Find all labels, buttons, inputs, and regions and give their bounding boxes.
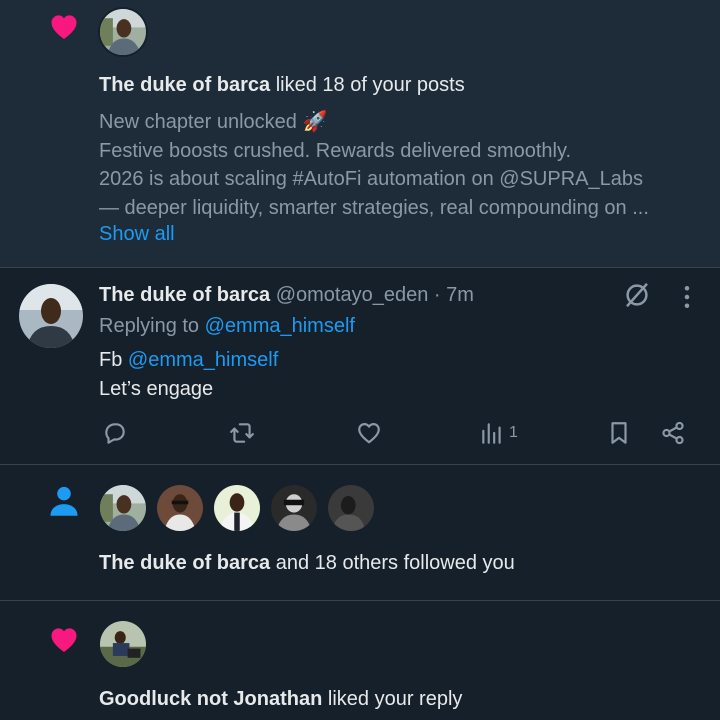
- snippet-line: — deeper liquidity, smarter strategies, …: [99, 196, 649, 219]
- like-icon: [358, 423, 380, 444]
- tweet-body: Fb @emma_himself Let’s engage: [99, 346, 278, 404]
- avatar[interactable]: [269, 483, 319, 533]
- avatar[interactable]: [98, 619, 148, 669]
- notification-like-posts[interactable]: The duke of barca liked 18 of your posts…: [0, 0, 720, 268]
- notification-text: The duke of barca liked 18 of your posts: [99, 74, 465, 96]
- snippet-line: Festive boosts crushed. Rewards delivere…: [99, 139, 572, 162]
- tweet-header: The duke of barca @omotayo_eden · 7m: [99, 284, 474, 307]
- notification-follow[interactable]: The duke of barca and 18 others followed…: [0, 465, 720, 601]
- snippet-line: New chapter unlocked 🚀: [99, 111, 328, 133]
- notification-text: Goodluck not Jonathan liked your reply: [99, 688, 463, 710]
- notification-like-reply[interactable]: Goodluck not Jonathan liked your reply: [0, 601, 720, 720]
- avatar[interactable]: [212, 483, 262, 533]
- person-icon: [50, 486, 78, 516]
- author-handle-time: @omotayo_eden · 7m: [270, 284, 474, 306]
- heart-icon: [51, 628, 77, 652]
- share-button[interactable]: [660, 418, 686, 448]
- actor-name[interactable]: Goodluck not Jonathan: [99, 688, 322, 710]
- views-button[interactable]: 1: [479, 418, 518, 448]
- reply-button[interactable]: [102, 418, 128, 448]
- mention-link[interactable]: @emma_himself: [128, 349, 278, 371]
- retweet-icon: [230, 423, 254, 443]
- reply-icon: [105, 423, 125, 444]
- like-button[interactable]: [356, 418, 382, 448]
- author-name[interactable]: The duke of barca: [99, 284, 270, 306]
- tweet-text-line: Let’s engage: [99, 378, 214, 400]
- avatar[interactable]: [98, 483, 148, 533]
- retweet-button[interactable]: [229, 418, 255, 448]
- tweet-actions: 1: [0, 418, 720, 450]
- replying-to: Replying to @emma_himself: [99, 315, 355, 337]
- reply-tweet[interactable]: The duke of barca @omotayo_eden · 7m Rep…: [0, 268, 720, 465]
- actor-name[interactable]: The duke of barca: [99, 552, 270, 574]
- share-icon: [662, 421, 684, 445]
- views-icon: [482, 423, 501, 444]
- snippet-line: 2026 is about scaling #AutoFi automation…: [99, 168, 643, 190]
- heart-icon: [51, 15, 77, 39]
- grok-icon[interactable]: [622, 280, 652, 310]
- views-count: 1: [509, 424, 518, 441]
- bookmark-icon: [611, 422, 627, 444]
- show-all-link[interactable]: Show all: [99, 223, 175, 246]
- actor-name[interactable]: The duke of barca: [99, 74, 270, 96]
- avatar[interactable]: [326, 483, 376, 533]
- replying-to-link[interactable]: @emma_himself: [205, 315, 355, 337]
- bookmark-button[interactable]: [606, 418, 632, 448]
- avatar[interactable]: [19, 284, 83, 348]
- notification-text: The duke of barca and 18 others followed…: [99, 552, 515, 574]
- post-snippet[interactable]: New chapter unlocked 🚀 Festive boosts cr…: [99, 108, 699, 222]
- avatar[interactable]: [98, 7, 148, 57]
- avatar[interactable]: [155, 483, 205, 533]
- more-icon[interactable]: [672, 282, 702, 312]
